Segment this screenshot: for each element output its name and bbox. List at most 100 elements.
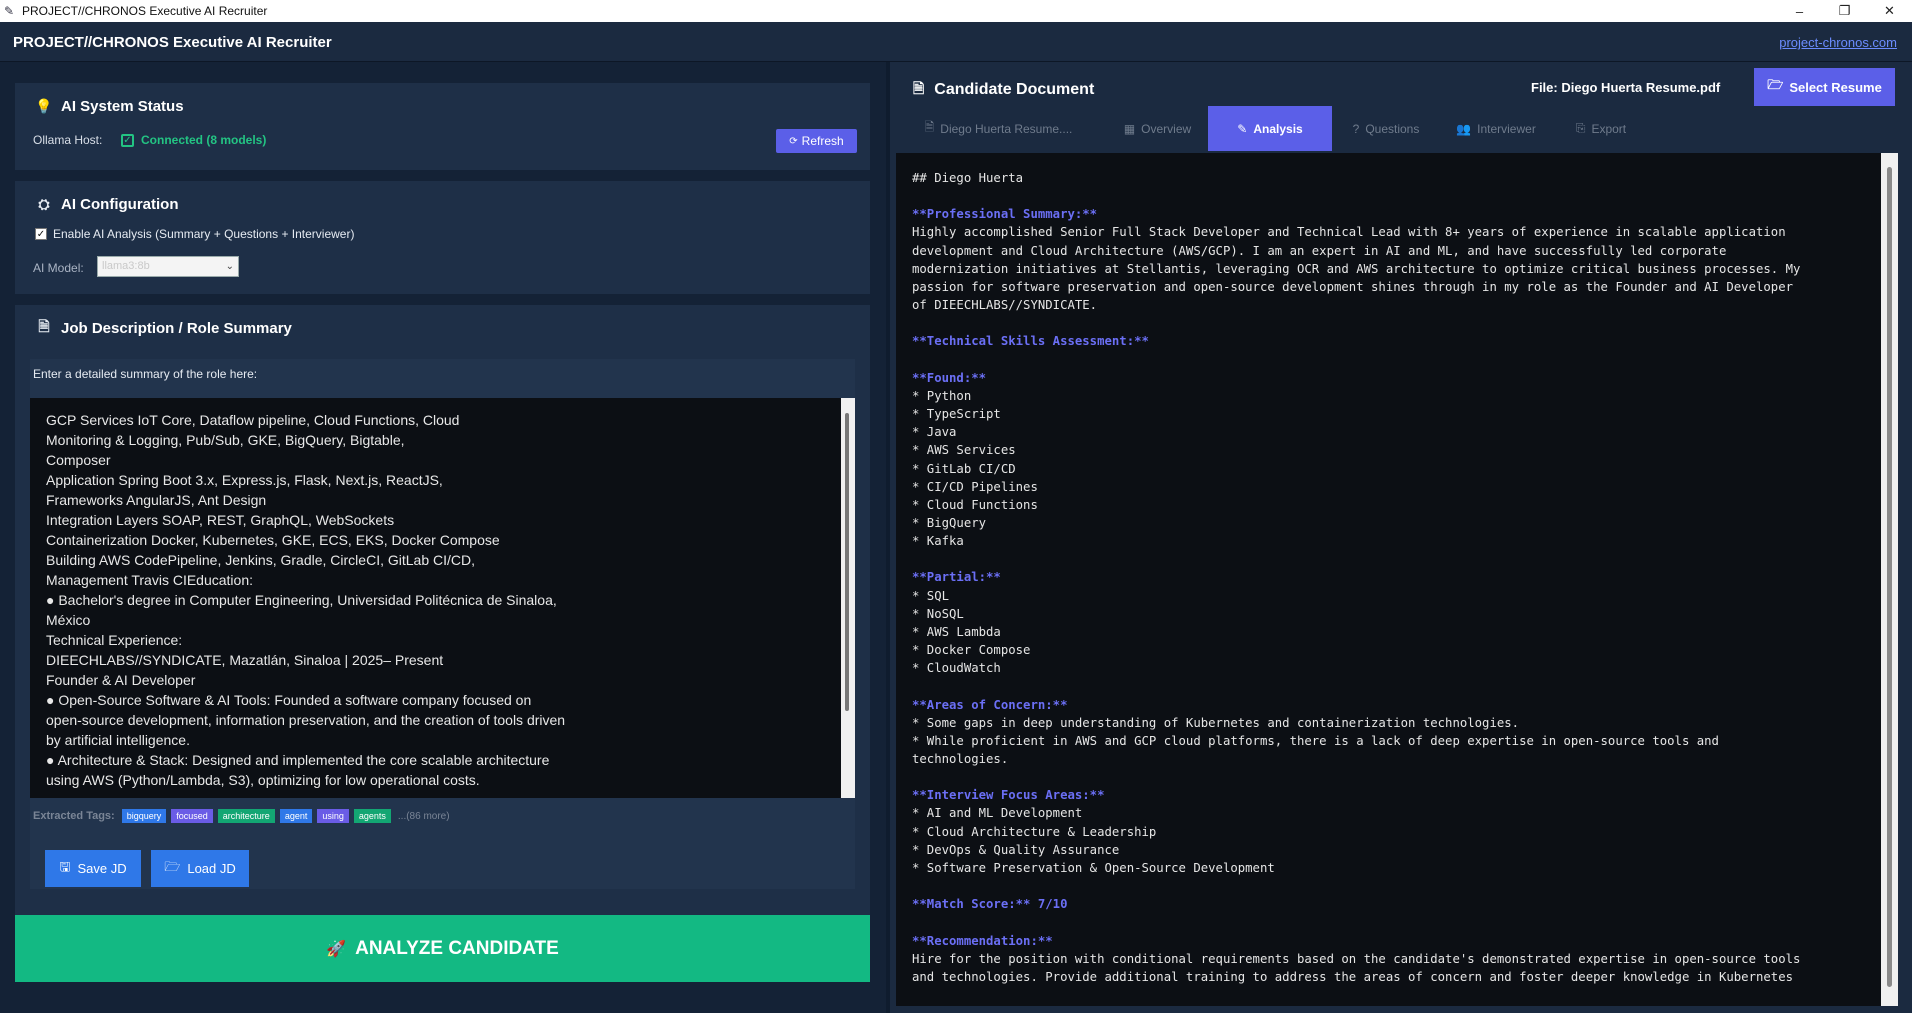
save-jd-button[interactable]: 🖫 Save JD — [45, 850, 141, 887]
folder-open-icon: 🗁 — [1767, 77, 1784, 92]
document-title: 🗎 Candidate Document — [913, 78, 1094, 102]
analysis-line: * AWS Lambda — [912, 624, 1001, 639]
maximize-button[interactable]: ❐ — [1822, 0, 1867, 22]
analysis-line: Hire for the position with conditional r… — [912, 951, 1801, 966]
jd-scrollbar[interactable] — [841, 398, 855, 798]
tab-label: Analysis — [1253, 121, 1303, 136]
analysis-heading: **Partial:** — [912, 570, 1001, 585]
tab-analysis[interactable]: ✎ Analysis — [1208, 106, 1332, 151]
close-button[interactable]: ✕ — [1867, 0, 1912, 22]
tab-diego-huerta-resume[interactable]: 🗎 Diego Huerta Resume.... — [890, 106, 1107, 151]
app-feather-icon: ✎ — [4, 4, 15, 18]
analysis-heading: **Found:** — [912, 370, 987, 385]
save-icon: 🖫 — [59, 858, 71, 874]
analysis-line — [912, 768, 1872, 786]
ai-config-title: ⛭ AI Configuration — [35, 196, 178, 213]
jd-scroll-thumb[interactable] — [845, 413, 849, 711]
load-jd-button[interactable]: 🗁 Load JD — [151, 850, 249, 887]
check-icon: ✓ — [121, 133, 134, 147]
window-controls: – ❐ ✕ — [1777, 0, 1912, 22]
analyze-candidate-button[interactable]: 🚀 ANALYZE CANDIDATE — [15, 915, 870, 982]
ai-status-panel: 💡 AI System Status Ollama Host: ✓ Connec… — [15, 83, 870, 170]
tag-chip: agent — [279, 809, 313, 823]
analysis-line: of DIEECHLABS//SYNDICATE. — [912, 298, 1098, 313]
tags-more: ...(86 more) — [397, 810, 450, 822]
tab-label: Interviewer — [1477, 121, 1536, 136]
right-column: 🗎 Candidate Document File: Diego Huerta … — [890, 62, 1912, 1013]
analysis-line: * AWS Services — [912, 443, 1016, 458]
ai-model-value: llama3:8b — [102, 260, 150, 272]
analysis-line: * Kafka — [912, 534, 964, 549]
chevron-down-icon: ⌄ — [225, 261, 234, 272]
analysis-text[interactable]: ## Diego Huerta **Professional Summary:*… — [912, 169, 1872, 999]
analysis-line: * AI and ML Development — [912, 806, 1083, 821]
load-jd-label: Load JD — [187, 861, 236, 876]
analysis-line: * DevOps & Quality Assurance — [912, 842, 1120, 857]
folder-open-icon: 🗁 — [164, 858, 181, 874]
ai-config-title-text: AI Configuration — [61, 196, 179, 213]
tab-questions[interactable]: ? Questions — [1332, 106, 1440, 151]
analysis-line: Highly accomplished Senior Full Stack De… — [912, 225, 1786, 240]
save-jd-label: Save JD — [77, 861, 127, 876]
analysis-scrollbar[interactable] — [1881, 153, 1898, 1006]
select-resume-button[interactable]: 🗁 Select Resume — [1754, 68, 1895, 106]
analysis-line: and technologies. Provide additional tra… — [912, 969, 1793, 984]
select-resume-label: Select Resume — [1789, 79, 1882, 95]
edit-icon: ✎ — [1237, 121, 1248, 136]
tab-label: Diego Huerta Resume.... — [940, 121, 1073, 136]
ai-model-select[interactable]: llama3:8b ⌄ — [97, 256, 239, 277]
ollama-status: ✓ Connected (8 models) — [121, 133, 266, 147]
analysis-viewer[interactable]: ## Diego Huerta **Professional Summary:*… — [896, 153, 1898, 1006]
analysis-line: * NoSQL — [912, 606, 964, 621]
analysis-line: * Software Preservation & Open-Source De… — [912, 860, 1275, 875]
tag-chip: architecture — [217, 809, 275, 823]
jd-editor-area: Enter a detailed summary of the role her… — [30, 359, 855, 889]
document-header: 🗎 Candidate Document File: Diego Huerta … — [890, 62, 1912, 106]
ai-model-label: AI Model: — [33, 261, 84, 275]
jd-prompt: Enter a detailed summary of the role her… — [33, 367, 258, 381]
analysis-line: passion for software preservation and op… — [912, 279, 1793, 294]
minimize-button[interactable]: – — [1777, 0, 1822, 22]
analysis-heading: **Recommendation:** — [912, 933, 1053, 948]
job-description-panel: 🗎 Job Description / Role Summary Enter a… — [15, 305, 870, 951]
jd-text[interactable]: GCP Services IoT Core, Dataflow pipeline… — [46, 410, 846, 795]
jd-textarea[interactable]: GCP Services IoT Core, Dataflow pipeline… — [30, 398, 855, 798]
analysis-line: technologies. — [912, 752, 1009, 766]
tab-interviewer[interactable]: 👥 Interviewer — [1440, 106, 1552, 151]
jd-title: 🗎 Job Description / Role Summary — [35, 316, 292, 340]
analysis-line: * GitLab CI/CD — [912, 461, 1016, 476]
website-link[interactable]: project-chronos.com — [1779, 35, 1897, 50]
analysis-line: ## Diego Huerta — [912, 171, 1024, 185]
window-titlebar: ✎ PROJECT//CHRONOS Executive AI Recruite… — [0, 0, 1912, 22]
enable-ai-checkbox[interactable]: ✓ Enable AI Analysis (Summary + Question… — [35, 227, 354, 241]
analysis-line: * CI/CD Pipelines — [912, 479, 1038, 494]
analysis-line — [912, 877, 1872, 895]
ai-status-title: 💡 AI System Status — [35, 98, 183, 115]
tags-label: Extracted Tags: — [33, 810, 115, 822]
analysis-heading: **Professional Summary:** — [912, 207, 1098, 222]
jd-title-text: Job Description / Role Summary — [61, 319, 292, 337]
document-icon: 🗎 — [913, 80, 925, 96]
robot-icon: ⛭ — [38, 196, 50, 212]
tab-label: Questions — [1365, 121, 1420, 136]
document-icon: 🗎 — [924, 120, 935, 134]
analysis-line: * While proficient in AWS and GCP cloud … — [912, 733, 1719, 748]
refresh-button[interactable]: ⟳ Refresh — [776, 129, 857, 153]
people-icon: 👥 — [1456, 121, 1472, 136]
analysis-line — [912, 351, 1872, 369]
refresh-label: Refresh — [801, 134, 844, 148]
analysis-line: * BigQuery — [912, 515, 987, 530]
extracted-tags: Extracted Tags: bigquery focused architect… — [33, 809, 450, 823]
tab-label: Export — [1591, 121, 1627, 136]
analysis-line: * Java — [912, 425, 957, 440]
lightbulb-icon: 💡 — [35, 98, 53, 114]
question-icon: ? — [1352, 121, 1360, 136]
analysis-heading: **Areas of Concern:** — [912, 697, 1068, 712]
tab-export[interactable]: ⎘ Export — [1552, 106, 1650, 151]
analysis-line: * Docker Compose — [912, 643, 1031, 658]
analysis-line — [912, 314, 1872, 332]
analysis-scroll-thumb[interactable] — [1887, 167, 1892, 987]
tab-label: Overview — [1141, 121, 1192, 136]
document-title-text: Candidate Document — [934, 81, 1095, 98]
tab-overview[interactable]: ▦ Overview — [1107, 106, 1208, 151]
